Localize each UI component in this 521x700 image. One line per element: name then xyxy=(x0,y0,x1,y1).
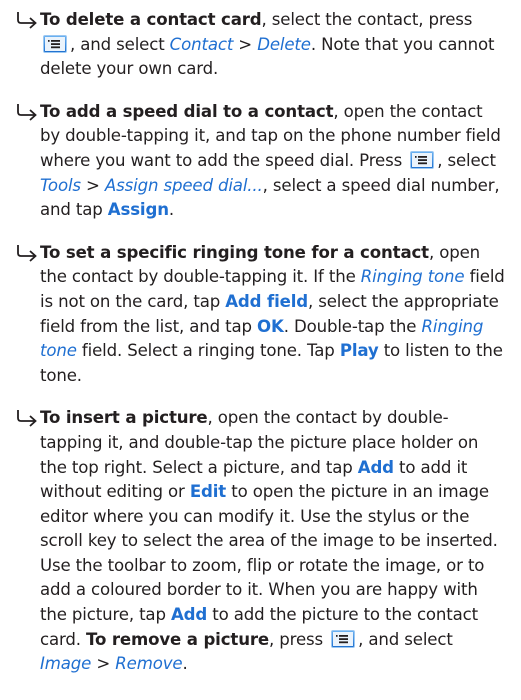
body-text: . xyxy=(182,654,188,674)
button-label-add: Add xyxy=(170,605,208,625)
step-delete-contact: To delete a contact card, select the con… xyxy=(14,8,507,82)
body-text: , select the contact, press xyxy=(261,10,473,29)
menu-item-contact: Contact xyxy=(169,34,234,54)
button-label-play: Play xyxy=(339,341,379,361)
step-heading: To add a speed dial to a contact xyxy=(40,101,334,121)
step-set-ringing-tone: To set a specific ringing tone for a con… xyxy=(14,241,507,389)
button-label-edit: Edit xyxy=(189,482,227,502)
body-text: . xyxy=(168,200,174,220)
step-heading: To remove a picture xyxy=(86,629,269,649)
button-label-assign: Assign xyxy=(107,200,169,220)
step-heading: To insert a picture xyxy=(40,408,208,428)
menu-separator: > xyxy=(80,175,105,195)
step-text: To insert a picture, open the contact by… xyxy=(40,406,507,677)
hooked-arrow-icon xyxy=(14,407,40,429)
body-text: , and select xyxy=(70,34,170,54)
hooked-arrow-icon xyxy=(14,101,40,123)
button-label-ok: OK xyxy=(257,316,284,336)
step-text: To add a speed dial to a contact, open t… xyxy=(40,100,507,223)
menu-item-remove: Remove xyxy=(115,654,183,674)
menu-separator: > xyxy=(233,34,258,54)
menu-item-image: Image xyxy=(40,654,92,674)
menu-item-assign-speed-dial: Assign speed dial... xyxy=(104,175,263,195)
instructions-page: To delete a contact card, select the con… xyxy=(0,0,521,677)
menu-key-icon xyxy=(43,34,67,53)
body-text: field. Select a ringing tone. Tap xyxy=(76,341,340,361)
field-name-ringing-tone: Ringing tone xyxy=(360,267,465,287)
body-text: , select xyxy=(437,150,496,170)
step-text: To delete a contact card, select the con… xyxy=(40,8,507,82)
hooked-arrow-icon xyxy=(14,9,40,31)
body-text: , and select xyxy=(358,629,453,649)
menu-item-delete: Delete xyxy=(257,34,311,54)
body-text: . Double-tap the xyxy=(283,316,422,336)
step-text: To set a specific ringing tone for a con… xyxy=(40,241,507,389)
menu-separator: > xyxy=(91,654,116,674)
step-heading: To set a specific ringing tone for a con… xyxy=(40,242,429,262)
step-insert-picture: To insert a picture, open the contact by… xyxy=(14,406,507,677)
menu-item-tools: Tools xyxy=(40,175,81,195)
step-add-speed-dial: To add a speed dial to a contact, open t… xyxy=(14,100,507,223)
hooked-arrow-icon xyxy=(14,242,40,264)
button-label-add-field: Add field xyxy=(225,291,308,311)
button-label-add: Add xyxy=(357,457,394,477)
menu-key-icon xyxy=(331,629,356,648)
body-text: to open the picture in an image editor w… xyxy=(40,482,498,625)
step-heading: To delete a contact card xyxy=(40,10,262,29)
body-text: , press xyxy=(269,629,329,649)
menu-key-icon xyxy=(410,150,435,169)
